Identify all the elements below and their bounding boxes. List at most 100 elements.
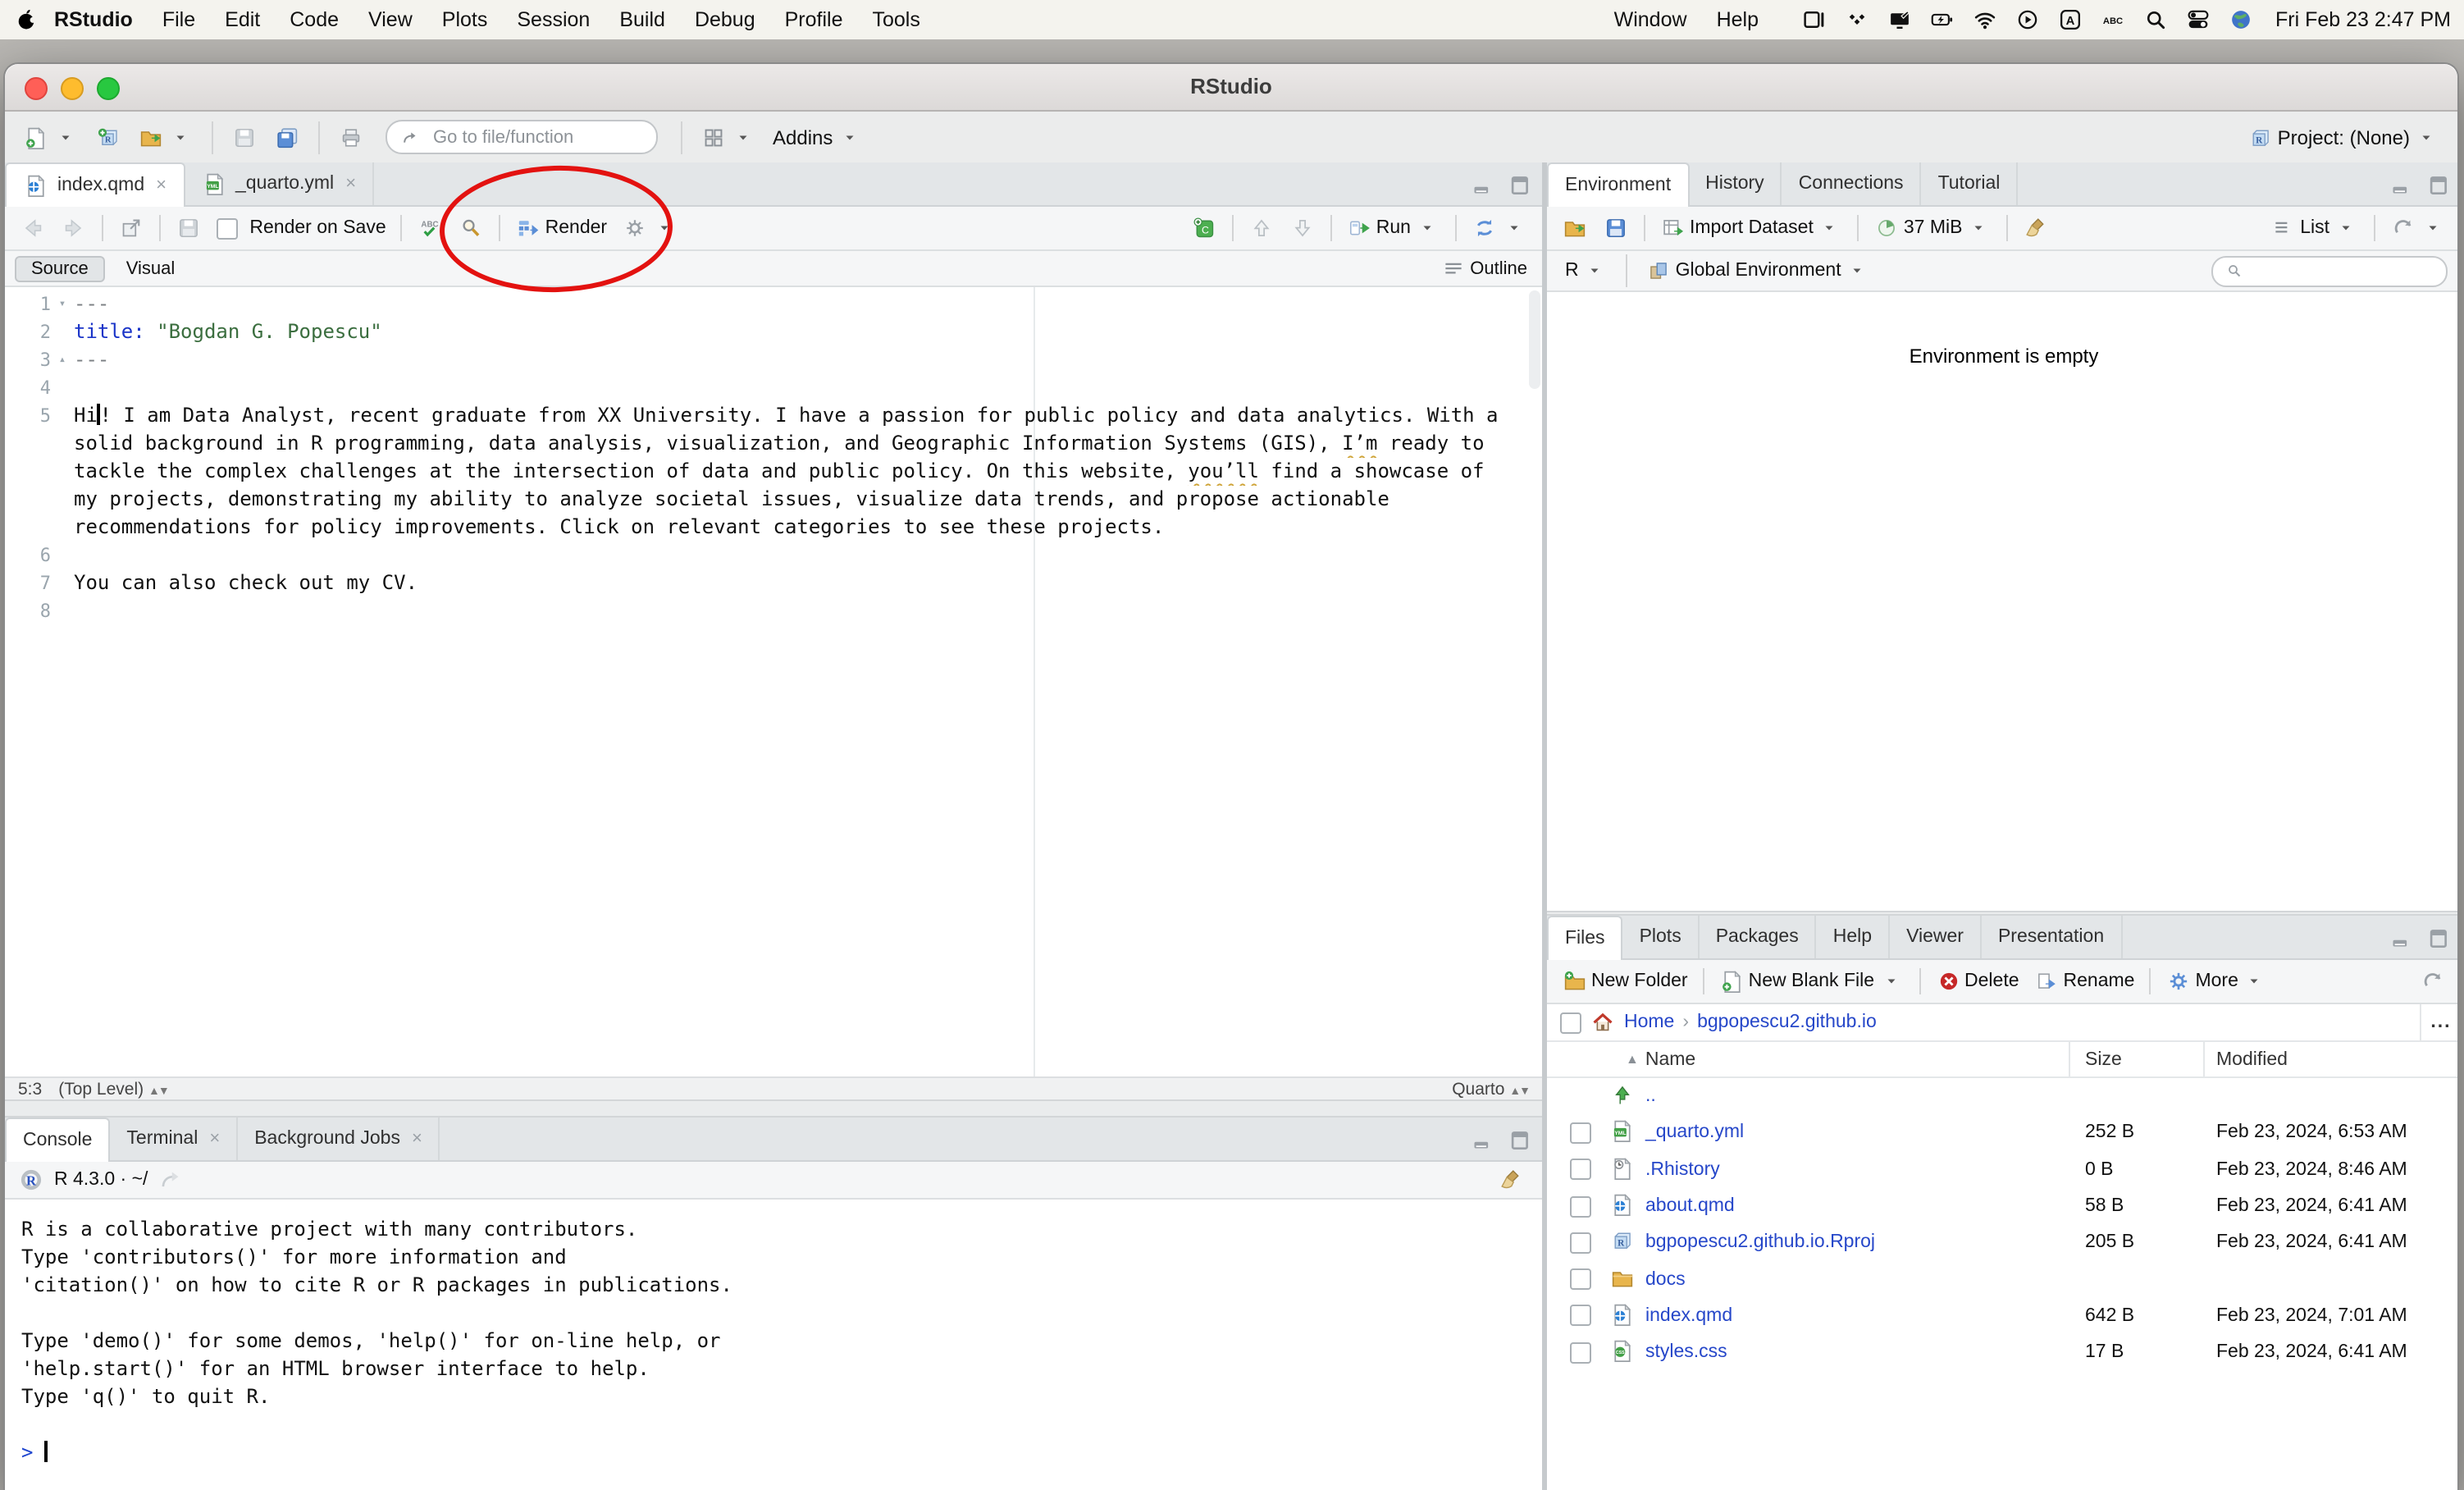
tab-viewer[interactable]: Viewer: [1890, 916, 1982, 958]
menu-rstudio[interactable]: RStudio: [39, 8, 148, 31]
menu-debug[interactable]: Debug: [680, 8, 770, 31]
file-row[interactable]: ..: [1547, 1078, 2459, 1115]
file-checkbox[interactable]: [1570, 1122, 1591, 1144]
menu-help[interactable]: Help: [1702, 8, 1773, 31]
load-workspace-button[interactable]: [1557, 212, 1593, 245]
run-button[interactable]: Run: [1342, 212, 1445, 245]
breadcrumb-home-link[interactable]: Home: [1624, 1012, 1674, 1032]
editor-line[interactable]: 6: [5, 542, 1542, 569]
maximize-pane-icon[interactable]: [2425, 172, 2451, 199]
size-column-header[interactable]: Size: [2085, 1049, 2122, 1069]
refresh-files-button[interactable]: [2415, 965, 2451, 998]
editor-tab-quarto-yml[interactable]: YML_quarto.yml×: [185, 162, 374, 205]
menu-edit[interactable]: Edit: [210, 8, 275, 31]
file-name-link[interactable]: bgpopescu2.github.io.Rproj: [1645, 1233, 1875, 1253]
minimize-pane-icon[interactable]: [2389, 926, 2415, 952]
new-folder-button[interactable]: New Folder: [1557, 965, 1693, 998]
editor-line[interactable]: my projects, demonstrating my ability to…: [5, 486, 1542, 514]
file-mode-selector[interactable]: Quarto ▲▼: [1452, 1079, 1529, 1099]
addins-button[interactable]: Addins: [768, 121, 867, 153]
insert-chunk-button[interactable]: C: [1186, 212, 1222, 245]
tab-console[interactable]: Console: [5, 1118, 110, 1162]
language-selector[interactable]: R: [1560, 254, 1613, 287]
console-output[interactable]: R is a collaborative project with many c…: [5, 1200, 1542, 1467]
tidal-icon[interactable]: [1842, 7, 1872, 33]
file-checkbox[interactable]: [1570, 1159, 1591, 1180]
file-row[interactable]: docs: [1547, 1261, 2459, 1298]
new-blank-file-button[interactable]: New Blank File: [1714, 965, 1909, 998]
save-all-button[interactable]: [269, 121, 305, 153]
editor-line[interactable]: 5Hi! I am Data Analyst, recent graduate …: [5, 402, 1542, 430]
environment-scope-selector[interactable]: Global Environment: [1641, 254, 1876, 287]
tab-environment[interactable]: Environment: [1547, 162, 1689, 207]
screen-record-icon[interactable]: [2013, 7, 2042, 33]
fold-marker-icon[interactable]: ▾: [51, 290, 74, 318]
new-project-button[interactable]: R: [90, 121, 126, 153]
menu-plots[interactable]: Plots: [427, 8, 503, 31]
sidecar-icon[interactable]: [1800, 7, 1829, 33]
tab-terminal[interactable]: Terminal×: [110, 1118, 238, 1160]
editor-line[interactable]: 1▾---: [5, 290, 1542, 318]
back-button[interactable]: [15, 212, 51, 245]
list-view-button[interactable]: List: [2266, 212, 2364, 245]
modified-column-header[interactable]: Modified: [2216, 1049, 2288, 1069]
save-workspace-button[interactable]: [1598, 212, 1634, 245]
visual-view-button[interactable]: Visual: [112, 257, 190, 280]
rerun-button[interactable]: [1467, 212, 1532, 245]
apple-icon[interactable]: [13, 7, 39, 33]
menu-window[interactable]: Window: [1599, 8, 1702, 31]
tab-history[interactable]: History: [1689, 162, 1782, 205]
breadcrumb-folder-link[interactable]: bgpopescu2.github.io: [1697, 1012, 1877, 1032]
render-on-save-checkbox[interactable]: Render on Save: [212, 214, 391, 242]
file-name-link[interactable]: about.qmd: [1645, 1196, 1735, 1216]
minimize-pane-icon[interactable]: [1470, 1127, 1496, 1154]
input-source-icon[interactable]: A: [2056, 7, 2085, 33]
spellcheck-button[interactable]: ABC: [413, 212, 449, 245]
editor-line[interactable]: recommendations for policy improvements.…: [5, 514, 1542, 542]
file-checkbox[interactable]: [1570, 1232, 1591, 1254]
tab-help[interactable]: Help: [1817, 916, 1890, 958]
menu-code[interactable]: Code: [275, 8, 354, 31]
delete-file-button[interactable]: Delete: [1930, 965, 2024, 998]
abc-input-icon[interactable]: ABC: [2098, 7, 2128, 33]
menu-profile[interactable]: Profile: [770, 8, 858, 31]
file-name-link[interactable]: _quarto.yml: [1645, 1123, 1744, 1143]
forward-button[interactable]: [56, 212, 92, 245]
environment-search-input[interactable]: [2252, 259, 2438, 282]
maximize-pane-icon[interactable]: [1506, 172, 1532, 199]
menu-build[interactable]: Build: [605, 8, 680, 31]
file-row[interactable]: YML_quarto.yml252 BFeb 23, 2024, 6:53 AM: [1547, 1115, 2459, 1152]
menu-clock[interactable]: Fri Feb 23 2:47 PM: [2266, 8, 2451, 31]
rename-file-button[interactable]: Rename: [2029, 965, 2140, 998]
file-checkbox[interactable]: [1570, 1195, 1591, 1217]
tab-plots[interactable]: Plots: [1623, 916, 1700, 958]
file-checkbox[interactable]: [1570, 1305, 1591, 1327]
open-in-new-window-button[interactable]: [113, 212, 149, 245]
save-document-button[interactable]: [171, 212, 207, 245]
goto-directory-icon[interactable]: [157, 1167, 184, 1193]
spotlight-icon[interactable]: [2141, 7, 2170, 33]
render-options-button[interactable]: [617, 212, 682, 245]
import-dataset-button[interactable]: Import Dataset: [1655, 212, 1848, 245]
go-prev-section-button[interactable]: [1243, 212, 1280, 245]
editor-line[interactable]: solid background in R programming, data …: [5, 430, 1542, 458]
maximize-pane-icon[interactable]: [2425, 926, 2451, 952]
editor-line[interactable]: 3▴---: [5, 346, 1542, 374]
file-row[interactable]: about.qmd58 BFeb 23, 2024, 6:41 AM: [1547, 1188, 2459, 1225]
refresh-environment-button[interactable]: [2385, 212, 2451, 245]
close-icon[interactable]: ×: [209, 1129, 220, 1149]
environment-search-box[interactable]: [2211, 255, 2448, 286]
tab-connections[interactable]: Connections: [1782, 162, 1922, 205]
file-name-link[interactable]: .Rhistory: [1645, 1159, 1720, 1179]
file-name-link[interactable]: styles.css: [1645, 1342, 1727, 1362]
close-icon[interactable]: ×: [156, 176, 167, 195]
editor-line[interactable]: 4: [5, 374, 1542, 402]
panes-layout-button[interactable]: [696, 121, 761, 153]
file-row[interactable]: .Rhistory0 BFeb 23, 2024, 8:46 AM: [1547, 1151, 2459, 1188]
goto-file-box[interactable]: [386, 120, 658, 154]
select-all-checkbox[interactable]: [1560, 1012, 1581, 1033]
tab-tutorial[interactable]: Tutorial: [1922, 162, 2019, 205]
scope-selector[interactable]: (Top Level) ▲▼: [58, 1079, 167, 1099]
clear-console-button[interactable]: [1493, 1163, 1529, 1196]
menu-session[interactable]: Session: [502, 8, 605, 31]
